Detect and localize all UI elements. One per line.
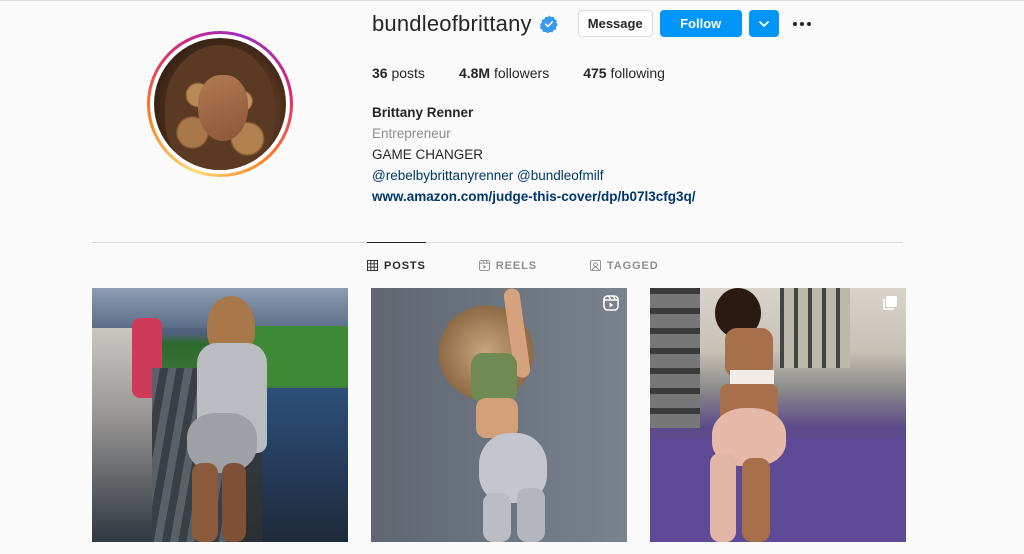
category-label: Entrepreneur: [372, 126, 451, 141]
more-options-icon[interactable]: [792, 10, 811, 37]
verified-badge-icon: [539, 14, 558, 33]
followers-stat[interactable]: 4.8M followers: [459, 65, 549, 81]
post-thumbnail[interactable]: [650, 288, 906, 542]
following-stat[interactable]: 475 following: [583, 65, 665, 81]
post-thumbnail[interactable]: [371, 288, 627, 542]
tab-tagged[interactable]: TAGGED: [589, 242, 659, 288]
avatar-photo: [154, 38, 286, 170]
grid-icon: [367, 260, 378, 271]
suggested-dropdown-button[interactable]: [748, 10, 779, 37]
profile-avatar[interactable]: [147, 31, 293, 177]
top-border: [0, 0, 1024, 1]
profile-stats: 36 posts 4.8M followers 475 following: [372, 65, 699, 81]
bio-link[interactable]: www.amazon.com/judge-this-cover/dp/b07l3…: [372, 186, 696, 207]
profile-bio: Brittany Renner Entrepreneur GAME CHANGE…: [372, 102, 696, 207]
posts-grid: [92, 288, 906, 542]
posts-stat: 36 posts: [372, 65, 425, 81]
tab-posts[interactable]: POSTS: [367, 242, 426, 288]
full-name: Brittany Renner: [372, 105, 474, 120]
tagged-icon: [589, 260, 601, 271]
follow-button[interactable]: Follow: [659, 10, 742, 37]
profile-tabs: POSTS REELS TAGGED: [367, 242, 712, 288]
post-thumbnail[interactable]: [92, 288, 348, 542]
tab-reels[interactable]: REELS: [478, 242, 537, 288]
message-button[interactable]: Message: [577, 10, 653, 37]
username: bundleofbrittany: [372, 10, 532, 36]
carousel-icon: [883, 296, 897, 310]
bio-text: GAME CHANGER: [372, 147, 484, 162]
chevron-down-icon: [758, 20, 769, 27]
bio-mentions[interactable]: @rebelbybrittanyrenner @bundleofmilf: [372, 165, 696, 186]
reels-icon: [478, 260, 490, 271]
profile-header: bundleofbrittany Message Follow: [372, 10, 811, 37]
reel-icon: [603, 295, 619, 311]
